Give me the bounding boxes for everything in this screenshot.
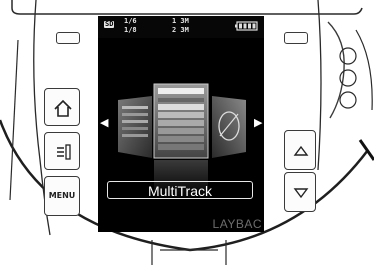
triangle-up-icon (293, 145, 309, 156)
list-icon (57, 144, 71, 160)
mode-carousel[interactable]: ◀ ▶ (98, 40, 264, 198)
selected-mode-label: MultiTrack (107, 181, 253, 199)
mode-preview-right[interactable] (212, 96, 250, 158)
top-left-button[interactable] (56, 32, 80, 44)
carousel-left-arrow[interactable]: ◀ (100, 118, 108, 129)
mic-indicator-bottom: 2 3M (172, 26, 189, 34)
home-icon (54, 99, 72, 117)
down-button[interactable] (284, 172, 316, 212)
sd-card-indicator: SD (104, 20, 115, 28)
battery-icon (235, 21, 258, 31)
top-right-button[interactable] (284, 32, 308, 44)
rec-format-top: 1/6 (124, 17, 137, 25)
rec-format-bottom: 1/8 (124, 26, 137, 34)
triangle-down-icon (293, 188, 309, 199)
menu-label: MENU (48, 191, 76, 200)
list-button[interactable] (44, 132, 80, 170)
carousel-right-arrow[interactable]: ▶ (254, 118, 262, 129)
lcd-screen: SD 1/6 1/8 1 3M 2 3M ◀ ▶ MultiTrack LAYB… (98, 16, 264, 232)
status-bar: SD 1/6 1/8 1 3M 2 3M (98, 16, 264, 38)
mic-indicator-top: 1 3M (172, 17, 189, 25)
up-button[interactable] (284, 130, 316, 170)
scrolling-ticker-text: LAYBAC (212, 217, 262, 231)
menu-button[interactable]: MENU (44, 176, 80, 216)
home-button[interactable] (44, 88, 80, 126)
mode-preview-left[interactable] (114, 96, 152, 158)
